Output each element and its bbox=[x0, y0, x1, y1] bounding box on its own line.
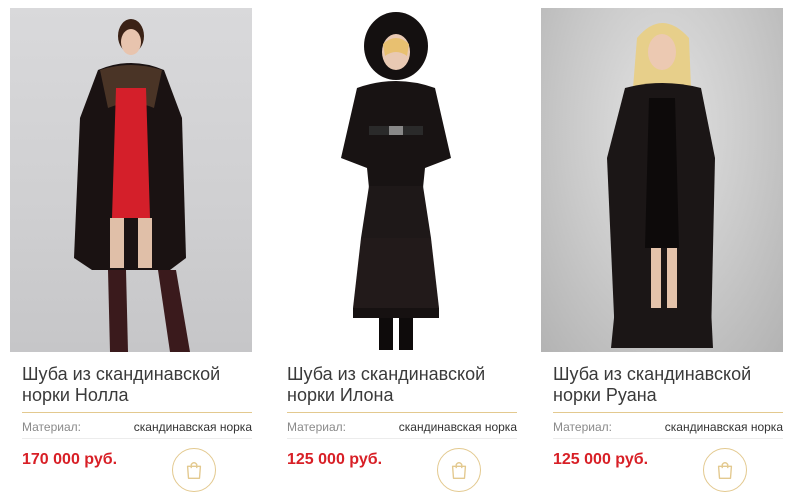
product-card[interactable]: Шуба из скандинавской норки Илона Матери… bbox=[275, 8, 517, 492]
add-to-cart-button[interactable] bbox=[172, 448, 216, 492]
material-label: Материал: bbox=[553, 420, 612, 434]
shopping-bag-icon bbox=[451, 461, 467, 479]
product-price: 125 000 руб. bbox=[553, 451, 649, 468]
material-label: Материал: bbox=[287, 420, 346, 434]
product-title[interactable]: Шуба из скандинавской норки Илона bbox=[287, 364, 512, 406]
product-title[interactable]: Шуба из скандинавской норки Нолла bbox=[22, 364, 247, 406]
divider bbox=[22, 412, 252, 413]
model-in-fur-coat-image bbox=[74, 19, 190, 352]
product-title[interactable]: Шуба из скандинавской норки Руана bbox=[553, 364, 778, 406]
product-grid: Шуба из скандинавской норки Нолла Матери… bbox=[0, 0, 800, 501]
add-to-cart-button[interactable] bbox=[437, 448, 481, 492]
material-row: Материал: скандинавская норка bbox=[287, 419, 517, 435]
material-row: Материал: скандинавская норка bbox=[553, 419, 783, 435]
model-in-fur-coat-image bbox=[341, 12, 451, 350]
divider bbox=[22, 438, 252, 439]
material-value: скандинавская норка bbox=[398, 420, 517, 434]
product-card[interactable]: Шуба из скандинавской норки Нолла Матери… bbox=[10, 8, 252, 492]
add-to-cart-button[interactable] bbox=[703, 448, 747, 492]
price-row: 125 000 руб. bbox=[275, 448, 517, 492]
shopping-bag-icon bbox=[186, 461, 202, 479]
material-value: скандинавская норка bbox=[133, 420, 252, 434]
divider bbox=[287, 412, 517, 413]
divider bbox=[287, 438, 517, 439]
shopping-bag-icon bbox=[717, 461, 733, 479]
product-price: 125 000 руб. bbox=[287, 451, 383, 468]
material-row: Материал: скандинавская норка bbox=[22, 419, 252, 435]
divider bbox=[553, 438, 783, 439]
model-in-fur-coat-image bbox=[607, 23, 715, 348]
product-photo[interactable] bbox=[10, 8, 252, 352]
product-photo[interactable] bbox=[541, 8, 783, 352]
product-price: 170 000 руб. bbox=[22, 451, 118, 468]
product-photo[interactable] bbox=[275, 8, 517, 352]
price-row: 170 000 руб. bbox=[10, 448, 252, 492]
material-value: скандинавская норка bbox=[664, 420, 783, 434]
price-row: 125 000 руб. bbox=[541, 448, 783, 492]
divider bbox=[553, 412, 783, 413]
material-label: Материал: bbox=[22, 420, 81, 434]
product-card[interactable]: Шуба из скандинавской норки Руана Матери… bbox=[541, 8, 783, 492]
